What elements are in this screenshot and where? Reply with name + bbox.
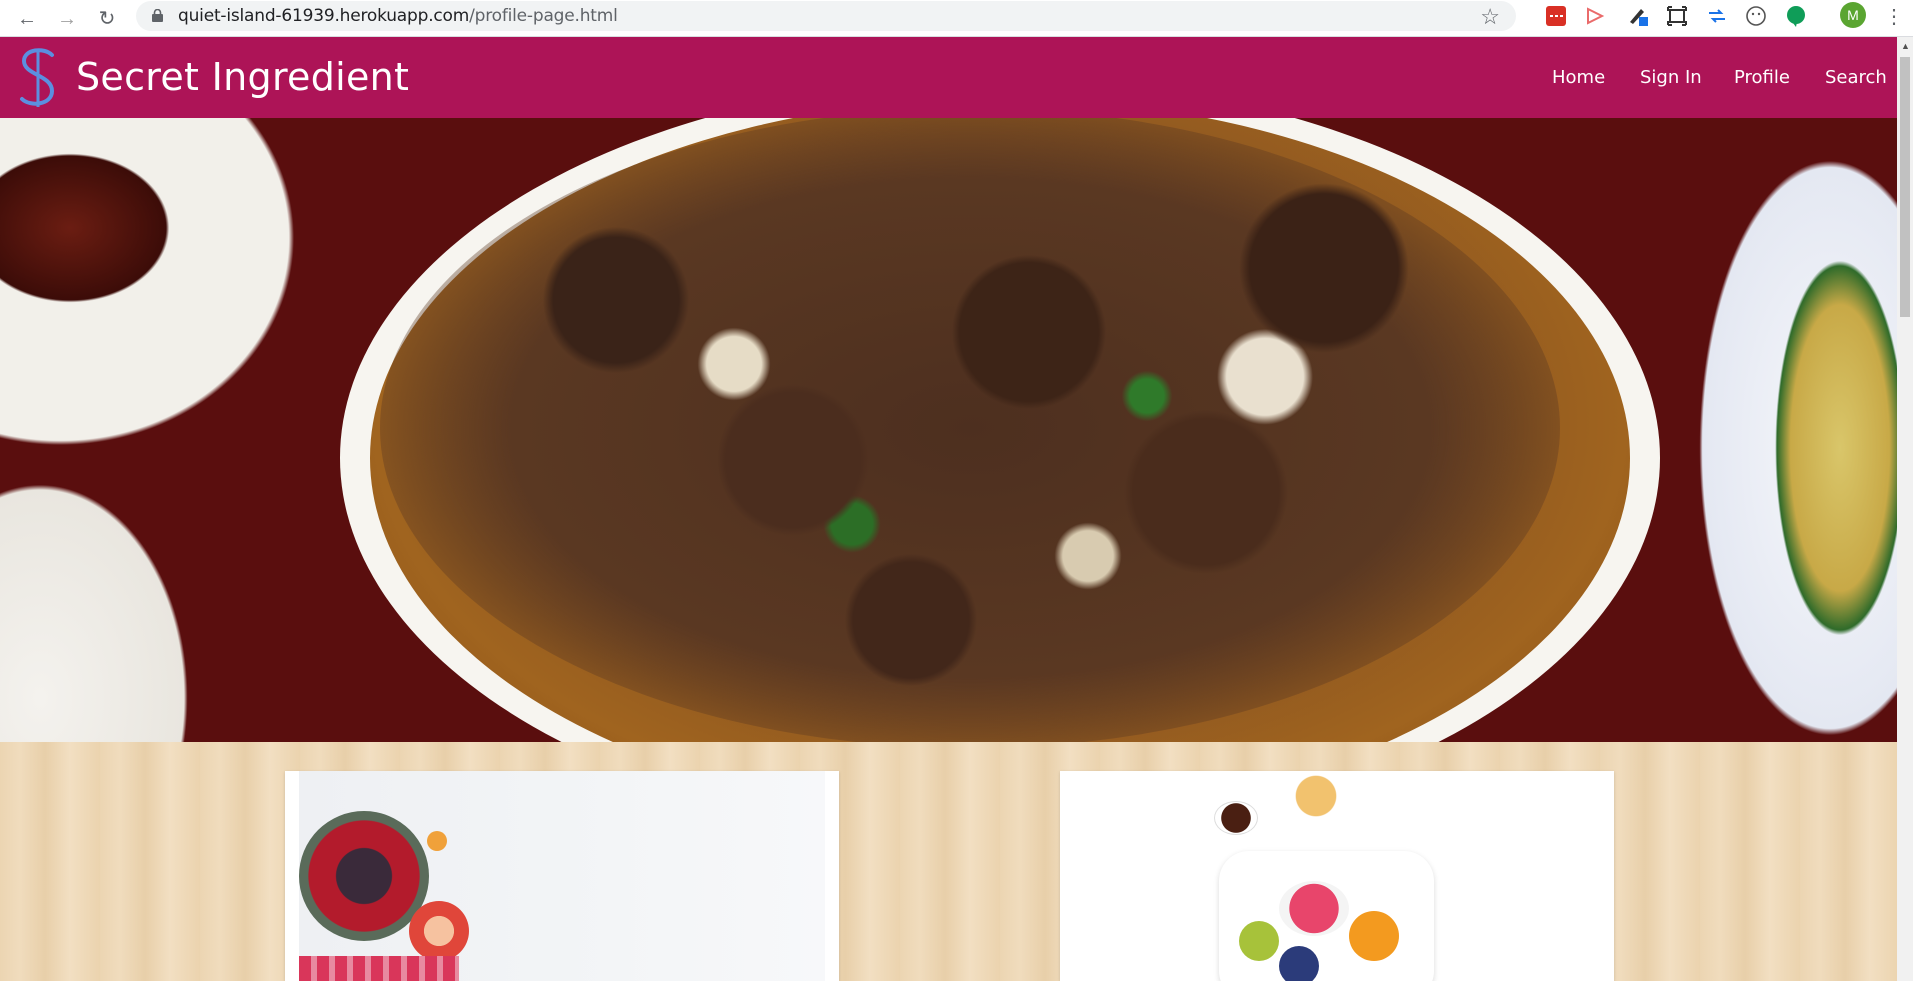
syrup-cup-shape: [1214, 801, 1258, 835]
page-scrollbar[interactable]: ▲: [1897, 37, 1913, 981]
recipe-card[interactable]: [1060, 771, 1614, 981]
hero-food-image: [0, 118, 1897, 742]
extension-arrows-icon[interactable]: [1705, 4, 1729, 28]
site-header: Secret Ingredient Home Sign In Profile S…: [0, 37, 1897, 118]
profile-avatar[interactable]: M: [1840, 2, 1866, 28]
orange-shape: [1349, 911, 1399, 961]
dragonfruit-shape: [1279, 881, 1349, 936]
url-host: quiet-island-61939.herokuapp.com: [178, 6, 470, 26]
extension-play-icon[interactable]: [1583, 4, 1607, 28]
fruit-plate-image: [1074, 771, 1600, 981]
scrollbar-thumb[interactable]: [1900, 57, 1910, 317]
recipe-card[interactable]: [285, 771, 839, 981]
extension-red-icon[interactable]: [1544, 4, 1568, 28]
rhubarb-shape: [299, 956, 459, 981]
address-bar[interactable]: quiet-island-61939.herokuapp.com/profile…: [136, 1, 1516, 31]
url-path: /profile-page.html: [469, 6, 618, 26]
logo-icon[interactable]: [14, 45, 62, 111]
extension-screenshot-icon[interactable]: [1665, 4, 1689, 28]
browser-toolbar: ← → ↻ quiet-island-61939.herokuapp.com/p…: [0, 0, 1913, 37]
fruit-platter-shape: [1219, 851, 1434, 981]
extension-pen-icon[interactable]: [1626, 4, 1650, 28]
nav-sign-in[interactable]: Sign In: [1640, 67, 1702, 88]
blueberry-shape: [1279, 946, 1319, 981]
kiwi-shape: [1239, 921, 1279, 961]
extension-chat-icon[interactable]: [1784, 4, 1808, 28]
beef-stew-shape: [380, 118, 1560, 742]
lock-icon: [152, 9, 163, 22]
reload-icon[interactable]: ↻: [94, 6, 120, 32]
nav-home[interactable]: Home: [1552, 67, 1605, 88]
brand-name[interactable]: Secret Ingredient: [76, 55, 409, 99]
back-arrow-icon[interactable]: ←: [14, 6, 40, 32]
orange-slice-shape: [427, 831, 447, 851]
scroll-up-icon[interactable]: ▲: [1901, 41, 1910, 51]
grapefruit-shape: [409, 901, 469, 961]
star-icon[interactable]: ☆: [1480, 4, 1500, 30]
url-text: quiet-island-61939.herokuapp.com/profile…: [178, 6, 618, 26]
fruit-bowl-image: [299, 771, 825, 981]
forward-arrow-icon[interactable]: →: [54, 6, 80, 32]
pancake-plate-shape: [1281, 771, 1351, 831]
extension-face-icon[interactable]: [1744, 4, 1768, 28]
browser-menu-icon[interactable]: ⋮: [1884, 4, 1904, 29]
nav-profile[interactable]: Profile: [1734, 67, 1790, 88]
nav-search[interactable]: Search: [1825, 67, 1887, 88]
